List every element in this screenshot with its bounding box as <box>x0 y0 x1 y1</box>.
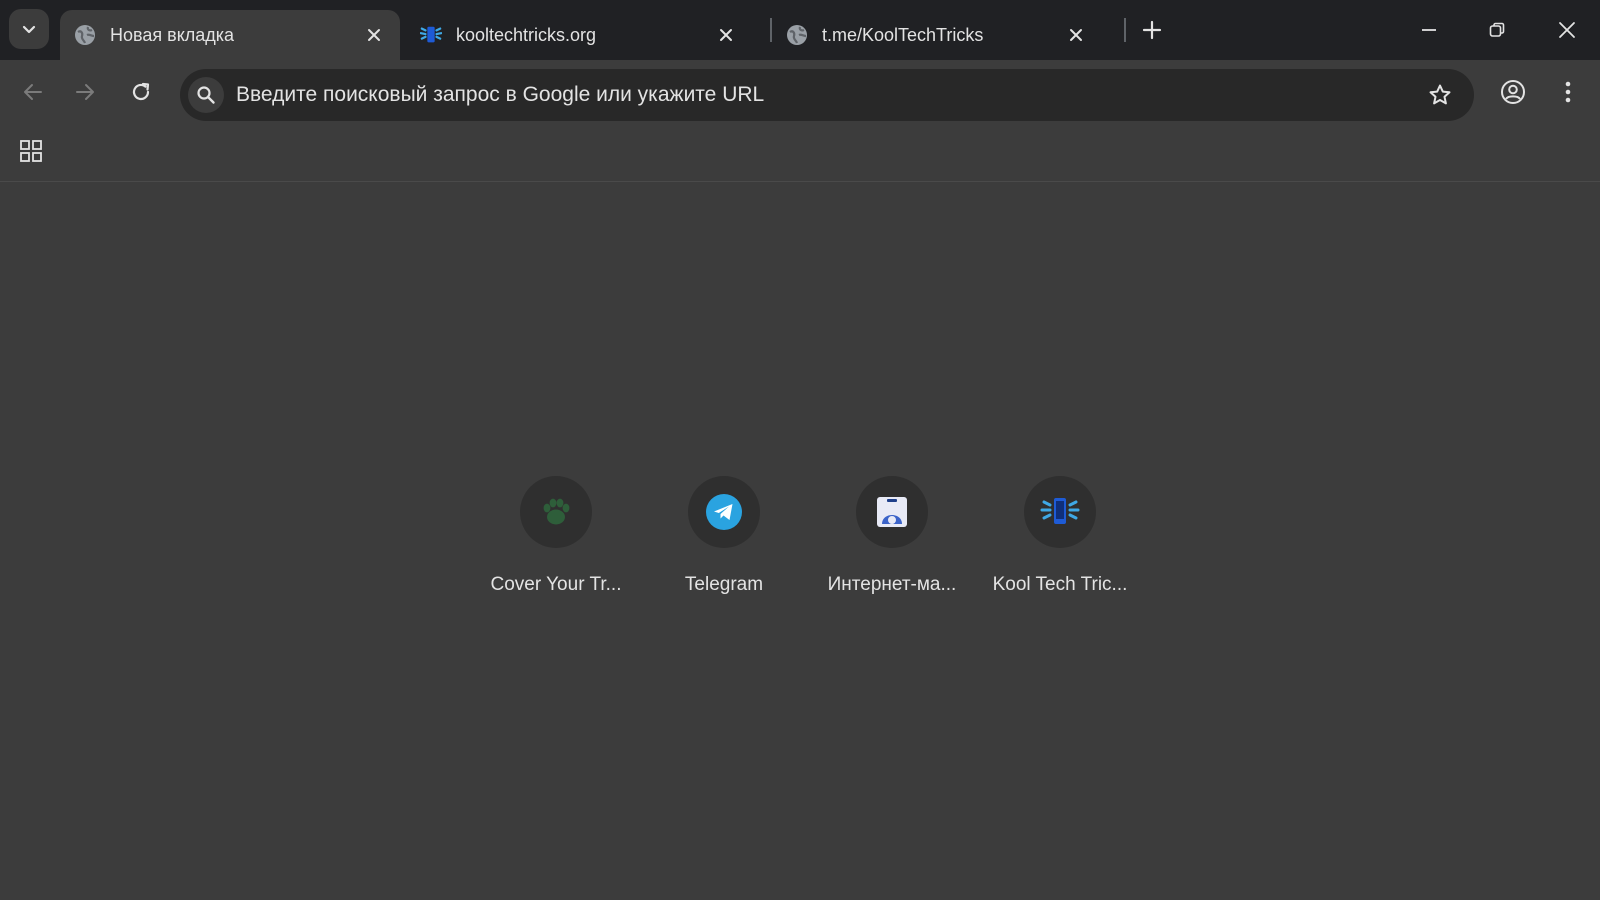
star-icon <box>1429 84 1451 105</box>
shortcut-tile[interactable]: Cover Your Tr... <box>472 476 640 596</box>
shortcut-icon-container <box>520 476 592 548</box>
arrow-left-icon <box>24 84 42 100</box>
shortcut-label: Интернет-ма... <box>827 574 957 595</box>
omnibox[interactable] <box>180 69 1474 121</box>
shortcut-tile[interactable]: Kool Tech Tric... <box>976 476 1144 596</box>
globe-icon <box>74 24 96 46</box>
tab-kooltechtricks[interactable]: kooltechtricks.org <box>406 10 752 60</box>
reload-icon <box>132 82 150 101</box>
tab-search-button[interactable] <box>9 9 49 49</box>
shortcut-tile[interactable]: Telegram <box>640 476 808 596</box>
close-icon[interactable] <box>714 23 738 47</box>
apps-grid-icon <box>20 140 42 162</box>
paw-icon <box>543 498 570 525</box>
chevron-down-icon <box>22 25 36 34</box>
search-icon <box>188 77 224 113</box>
shortcut-tile[interactable]: Интернет-ма... <box>808 476 976 596</box>
reload-button[interactable] <box>124 75 158 109</box>
restore-button[interactable] <box>1474 8 1520 52</box>
arrow-right-icon <box>76 84 94 100</box>
profile-button[interactable] <box>1496 75 1530 109</box>
minimize-button[interactable] <box>1406 8 1452 52</box>
shortcuts-grid: Cover Your Tr... Telegram Интернет-ма... <box>472 476 1144 596</box>
store-icon <box>877 497 907 527</box>
telegram-icon <box>706 494 742 530</box>
back-button[interactable] <box>16 75 50 109</box>
menu-button[interactable] <box>1551 75 1585 109</box>
tab-separator <box>1124 18 1126 42</box>
omnibox-input[interactable] <box>224 83 1420 107</box>
kooltechtricks-icon <box>1040 498 1080 524</box>
minimize-icon <box>1422 29 1436 31</box>
shortcut-icon-container <box>688 476 760 548</box>
close-window-button[interactable] <box>1544 8 1590 52</box>
shortcut-label: Telegram <box>684 574 764 595</box>
apps-button[interactable] <box>14 134 48 168</box>
account-icon <box>1501 80 1525 104</box>
plus-icon <box>1142 20 1162 40</box>
globe-icon <box>786 24 808 46</box>
new-tab-button[interactable] <box>1136 14 1168 46</box>
forward-button[interactable] <box>68 75 102 109</box>
toolbar <box>0 60 1600 122</box>
tab-new-tab[interactable]: Новая вкладка <box>60 10 400 60</box>
tab-strip: Новая вкладка kooltechtricks.org t.me/Ko… <box>0 0 1600 60</box>
restore-icon <box>1489 22 1505 37</box>
close-icon[interactable] <box>362 23 386 47</box>
tab-telegram-link[interactable]: t.me/KoolTechTricks <box>772 10 1102 60</box>
more-vert-icon <box>1565 81 1571 103</box>
tab-title: Новая вкладка <box>110 24 235 45</box>
bookmark-star-button[interactable] <box>1420 75 1460 115</box>
kooltechtricks-favicon <box>420 24 442 46</box>
shortcut-label: Kool Tech Tric... <box>992 574 1128 595</box>
close-icon <box>1559 22 1575 38</box>
shortcut-label: Cover Your Tr... <box>490 574 622 595</box>
shortcut-icon-container <box>1024 476 1096 548</box>
close-icon[interactable] <box>1064 23 1088 47</box>
tab-title: t.me/KoolTechTricks <box>822 24 984 45</box>
tab-title: kooltechtricks.org <box>456 24 597 45</box>
shortcut-icon-container <box>856 476 928 548</box>
bookmarks-bar <box>0 122 1600 182</box>
